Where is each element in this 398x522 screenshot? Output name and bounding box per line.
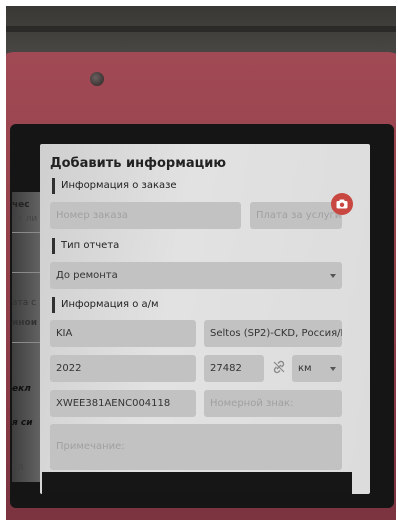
vehicle-year-input[interactable]: 2022 bbox=[50, 355, 196, 382]
vehicle-model-input[interactable]: Seltos (SP2)-CKD, Россия/Бел bbox=[204, 320, 342, 347]
mileage-unit-select[interactable]: км bbox=[292, 355, 342, 382]
background-stripe bbox=[6, 26, 396, 32]
camera-icon bbox=[336, 199, 348, 209]
mileage-input[interactable]: 27482 bbox=[204, 355, 264, 382]
background-surface bbox=[6, 6, 396, 58]
background-text: ата с bbox=[12, 298, 37, 308]
vin-input[interactable]: XWEE381AENC004118 bbox=[50, 390, 196, 417]
add-info-dialog: Добавить информацию Информация о заказе … bbox=[40, 144, 370, 494]
vehicle-make-input[interactable]: KIA bbox=[50, 320, 196, 347]
background-text: од bbox=[12, 462, 24, 472]
chain-link-icon-graphic bbox=[273, 360, 285, 374]
camera-button[interactable] bbox=[331, 193, 353, 215]
device-sensor-dot bbox=[90, 72, 104, 86]
background-text: чес bbox=[12, 200, 30, 210]
photo-scene: чес ат ли ата с инои екл я си од Добавит… bbox=[6, 6, 396, 520]
background-text: я си bbox=[12, 418, 33, 428]
dialog-title: Добавить информацию bbox=[50, 156, 226, 171]
background-text: ат ли bbox=[12, 214, 38, 224]
background-text: екл bbox=[12, 384, 31, 394]
bottom-toolbar bbox=[42, 472, 352, 494]
chain-link-icon[interactable] bbox=[270, 359, 288, 377]
section-report-type: Тип отчета bbox=[52, 238, 119, 254]
license-plate-input[interactable]: Номерной знак: bbox=[204, 390, 342, 417]
section-order-info: Информация о заказе bbox=[52, 178, 177, 194]
report-type-select[interactable]: До ремонта bbox=[50, 262, 342, 289]
section-vehicle-info: Информация о а/м bbox=[52, 297, 159, 313]
service-fee-input[interactable]: Плата за услуги bbox=[250, 202, 342, 229]
background-text: инои bbox=[12, 318, 38, 328]
order-number-input[interactable]: Номер заказа bbox=[50, 202, 241, 229]
note-textarea[interactable]: Примечание: bbox=[50, 424, 342, 470]
